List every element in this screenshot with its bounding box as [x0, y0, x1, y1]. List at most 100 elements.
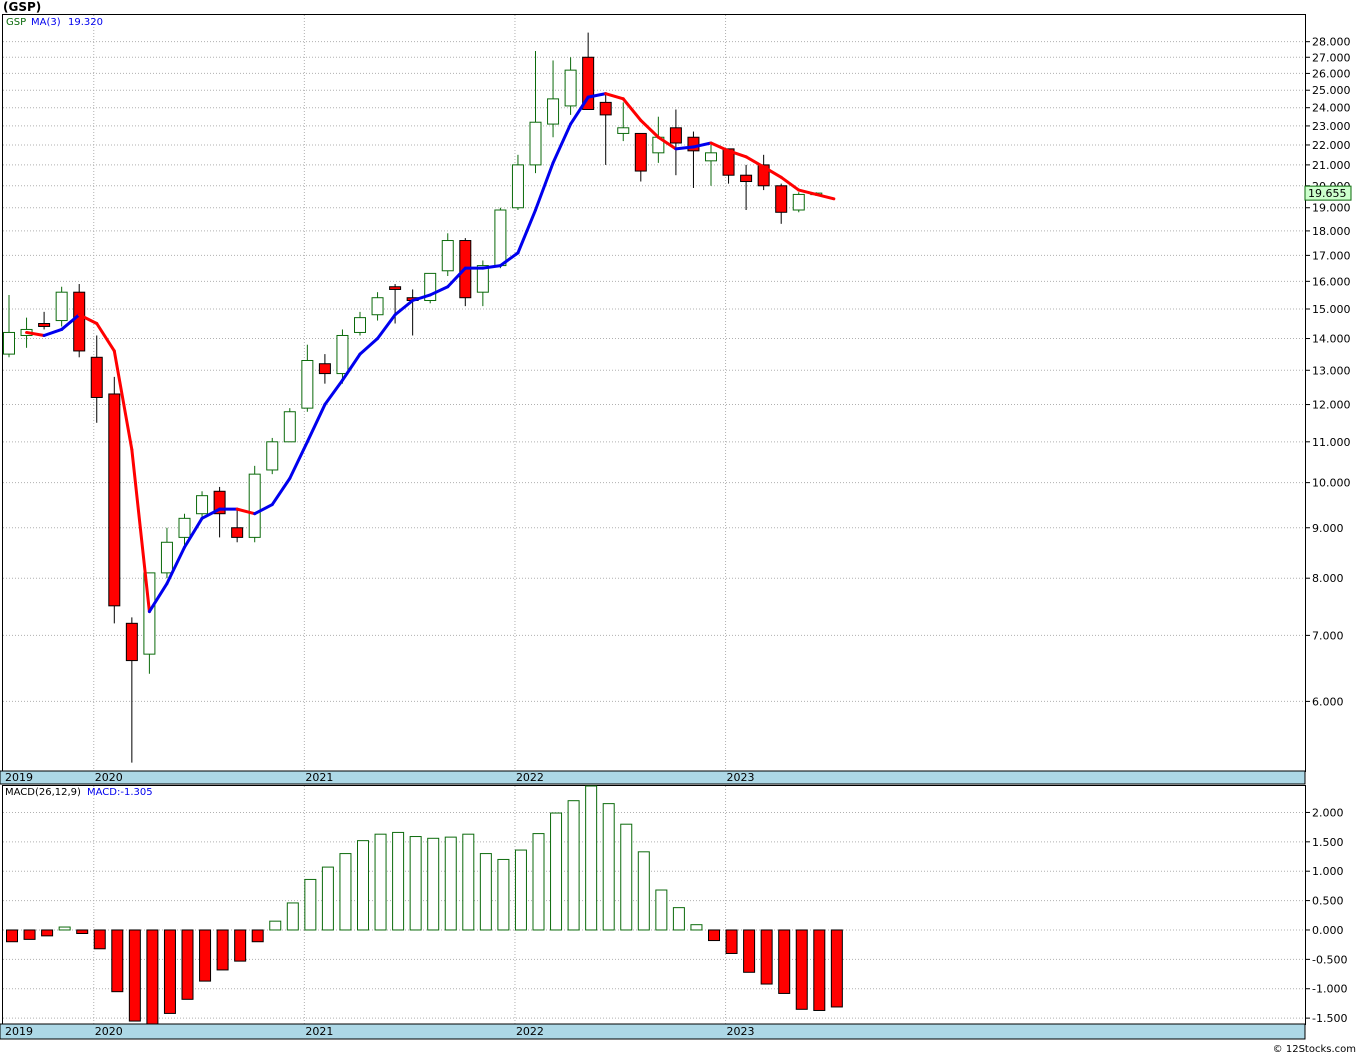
- year-label: 2021: [305, 1025, 333, 1038]
- macd-bar: [321, 866, 334, 931]
- candle: [160, 527, 173, 579]
- macd-bar: [655, 889, 668, 931]
- macd-bar: [146, 929, 159, 1025]
- candle: [494, 207, 507, 269]
- ma-segment: [551, 122, 573, 165]
- macd-bar: [760, 929, 773, 985]
- candle-body: [354, 317, 366, 333]
- macd-grid: [3, 786, 1305, 1024]
- candle-body: [792, 193, 805, 211]
- price-tick-label: 13.000: [1312, 364, 1351, 377]
- price-tick-label: 19.000: [1312, 202, 1351, 215]
- year-label: 2020: [95, 771, 123, 784]
- candle: [757, 154, 770, 191]
- candle-body: [441, 240, 454, 272]
- ma-segment: [358, 337, 380, 356]
- ma-segment: [376, 313, 397, 341]
- stock-chart: 6.000 7.000 8.000 9.000 10.000 11.000 12.000 13…: [0, 14, 1352, 1040]
- candle-body: [248, 473, 261, 538]
- candle: [687, 131, 700, 188]
- price-tick-label: 9.000: [1312, 522, 1344, 535]
- ma-segment: [814, 192, 836, 201]
- macd-legend-value: MACD:-1.305: [87, 787, 153, 798]
- price-legend: GSP MA(3) 19.320: [6, 17, 103, 28]
- price-tick-label: 23.000: [1312, 120, 1351, 133]
- legend-symbol: GSP: [6, 17, 26, 28]
- candle: [318, 354, 331, 384]
- macd-bar: [813, 929, 826, 1011]
- macd-bar: [462, 833, 475, 931]
- price-tick-label: 17.000: [1312, 249, 1351, 262]
- candlestick-series: [3, 32, 823, 763]
- candle: [266, 437, 279, 475]
- macd-bar: [479, 853, 492, 931]
- candle: [529, 50, 542, 174]
- price-date-band: [0, 770, 1306, 785]
- year-label: 2022: [516, 771, 544, 784]
- legend-ma-label: MA(3): [31, 17, 61, 28]
- candle-body: [266, 441, 279, 471]
- candle: [125, 617, 138, 763]
- candle: [3, 294, 15, 358]
- candle: [283, 408, 296, 443]
- macd-bar: [795, 929, 808, 1010]
- candle: [564, 57, 577, 115]
- macd-bar: [708, 929, 720, 942]
- candle-body: [318, 363, 331, 375]
- price-tick-label: 12.000: [1312, 399, 1351, 412]
- price-tick-label: 8.000: [1312, 572, 1344, 585]
- macd-legend: MACD(26,12,9) MACD:-1.305: [5, 787, 153, 798]
- candle-body: [283, 411, 296, 443]
- year-label: 2021: [305, 771, 333, 784]
- macd-bar: [199, 929, 212, 982]
- candle: [73, 284, 86, 358]
- macd-bar: [830, 929, 843, 1008]
- macd-tick-label: -0.500: [1312, 953, 1347, 966]
- candle-body: [38, 323, 51, 327]
- ma-segment: [797, 188, 818, 196]
- macd-bar: [602, 803, 615, 931]
- candle: [441, 233, 454, 277]
- macd-bar: [181, 929, 194, 1000]
- year-label: 2019: [5, 771, 33, 784]
- macd-panel: -1.500 -1.000 -0.500 0.000 0.500 1.000 1.500 2.…: [0, 785, 1347, 1040]
- candle-body: [73, 291, 86, 352]
- macd-bar: [497, 858, 510, 931]
- candle-body: [125, 622, 138, 662]
- candle: [231, 509, 244, 543]
- price-tick-label: 14.000: [1312, 333, 1351, 346]
- macd-tick-label: 1.500: [1312, 836, 1344, 849]
- price-panel: 6.000 7.000 8.000 9.000 10.000 11.000 12.000 13…: [0, 14, 1352, 785]
- macd-tick-label: 1.000: [1312, 865, 1344, 878]
- ma-segment: [288, 440, 309, 480]
- price-tick-label: 26.000: [1312, 67, 1351, 80]
- candle: [38, 311, 51, 330]
- candle: [354, 311, 366, 336]
- candle: [301, 344, 314, 412]
- candle-body: [90, 356, 103, 398]
- candle-body: [108, 393, 121, 607]
- ma-segment: [534, 161, 555, 212]
- candle: [722, 148, 735, 184]
- candle: [775, 183, 788, 224]
- macd-bar: [743, 929, 756, 973]
- macd-tick-label: 2.000: [1312, 806, 1344, 819]
- candle-body: [301, 359, 314, 409]
- candle-body: [564, 69, 577, 107]
- candle-body: [740, 174, 753, 183]
- candle-body: [389, 286, 402, 290]
- macd-bar: [392, 831, 405, 931]
- ma-segment: [516, 208, 537, 255]
- candle-body: [494, 209, 507, 267]
- macd-tick-label: 0.500: [1312, 895, 1344, 908]
- year-label: 2023: [727, 1025, 755, 1038]
- price-tick-label: 27.000: [1312, 51, 1351, 64]
- candle-body: [599, 101, 612, 116]
- macd-bar: [374, 833, 387, 931]
- candle-body: [196, 495, 209, 515]
- macd-bar: [339, 853, 352, 931]
- macd-date-band: [0, 1023, 1306, 1040]
- macd-bar: [690, 924, 703, 931]
- candle-body: [529, 121, 542, 166]
- candle: [406, 289, 419, 336]
